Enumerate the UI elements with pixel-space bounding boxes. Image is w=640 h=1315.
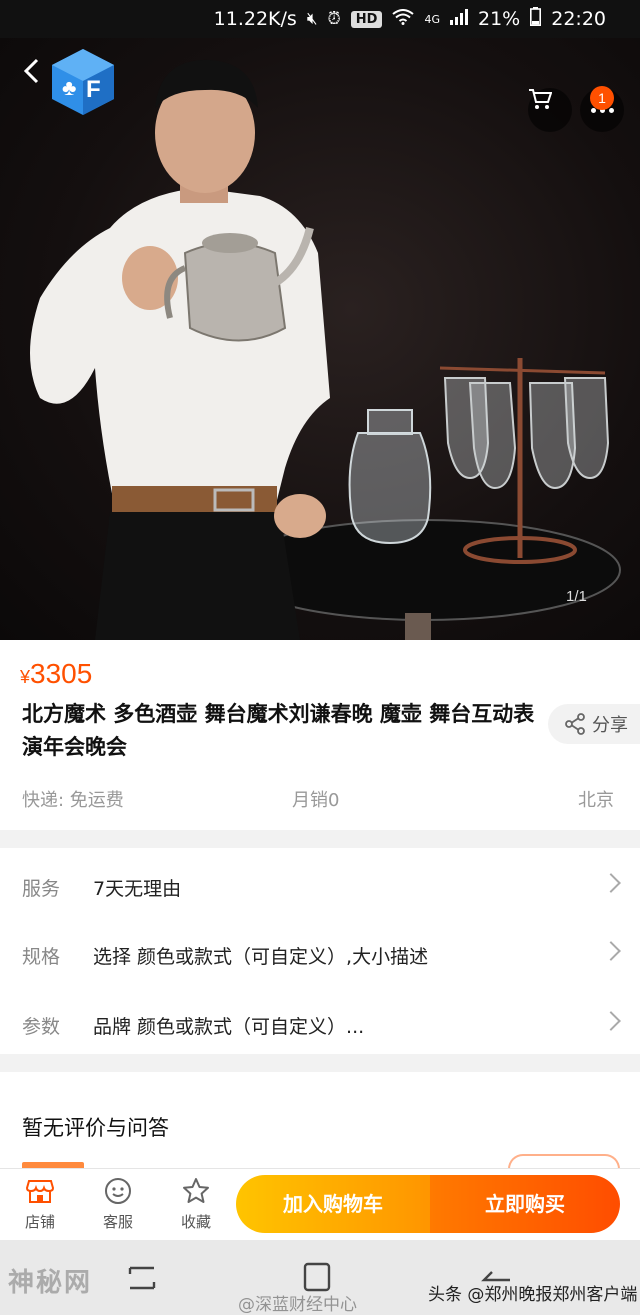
reviews-title: 暂无评价与问答 — [22, 1116, 169, 1140]
customer-service-button[interactable]: 客服 — [86, 1175, 150, 1235]
alarm-icon: ⏰︎ — [327, 9, 341, 29]
cart-icon — [529, 89, 552, 109]
price: ¥3305 — [20, 658, 92, 690]
favorite-label: 收藏 — [180, 1213, 211, 1231]
recent-apps-icon — [128, 1266, 156, 1290]
service-label: 服务 — [22, 878, 61, 900]
product-image[interactable]: ♣ F 1 1/1 — [0, 38, 640, 640]
monthly-sales: 月销0 — [292, 790, 340, 811]
signal-icon — [450, 8, 468, 30]
network-speed: 11.22K/s — [213, 8, 297, 30]
battery-percent: 21% — [478, 8, 521, 30]
service-row[interactable]: 服务 7天无理由 — [0, 856, 640, 916]
customer-service-label: 客服 — [102, 1213, 133, 1231]
more-dot-icon — [608, 107, 614, 113]
cart-count-badge: 1 — [590, 86, 614, 110]
chevron-right-icon — [601, 873, 621, 893]
currency-symbol: ¥ — [20, 667, 31, 687]
params-value: 品牌 颜色或款式（可自定义）... — [93, 1016, 365, 1038]
service-value: 7天无理由 — [93, 878, 182, 900]
share-icon — [565, 713, 585, 735]
battery-icon — [530, 7, 542, 31]
shop-label: 店铺 — [24, 1213, 55, 1231]
spec-label: 规格 — [22, 946, 61, 968]
star-icon — [183, 1178, 209, 1203]
watermark-left: 神秘网 — [8, 1268, 93, 1298]
shop-button[interactable]: 店铺 — [8, 1175, 72, 1235]
chevron-right-icon — [601, 1011, 621, 1031]
product-title: 北方魔术 多色酒壶 舞台魔术刘谦春晚 魔壶 舞台互动表演年会晚会 — [22, 702, 535, 759]
ship-from-location: 北京 — [578, 790, 614, 811]
clock: 22:20 — [551, 8, 606, 30]
shop-icon — [26, 1180, 54, 1203]
share-label: 分享 — [592, 715, 628, 736]
spec-row[interactable]: 规格 选择 颜色或款式（可自定义）,大小描述 — [0, 924, 640, 984]
price-value: 3305 — [30, 658, 93, 689]
recent-apps-button[interactable] — [122, 1260, 162, 1296]
params-row[interactable]: 参数 品牌 颜色或款式（可自定义）... — [0, 994, 640, 1054]
image-counter: 1/1 — [566, 588, 587, 605]
chevron-right-icon — [601, 941, 621, 961]
shipping-info: 快递: 免运费 — [22, 790, 124, 811]
wifi-icon — [392, 8, 415, 30]
favorite-button[interactable]: 收藏 — [164, 1175, 228, 1235]
share-button[interactable]: 分享 — [548, 704, 640, 744]
product-info-card: ¥3305 北方魔术 多色酒壶 舞台魔术刘谦春晚 魔壶 舞台互动表演年会晚会 分… — [0, 640, 640, 830]
buy-now-button[interactable]: 立即购买 — [430, 1175, 620, 1233]
network-type: 4G — [424, 12, 440, 26]
status-bar: 11.22K/s 🔇︎ ⏰︎ HD 4G 21% 22:20 — [0, 0, 640, 38]
spec-value: 选择 颜色或款式（可自定义）,大小描述 — [93, 946, 429, 968]
services-card: 服务 7天无理由 规格 选择 颜色或款式（可自定义）,大小描述 参数 品牌 颜色… — [0, 848, 640, 1054]
hd-badge: HD — [350, 10, 383, 28]
bottom-action-bar: 店铺 客服 收藏 加入购物车 立即购买 — [0, 1168, 640, 1240]
cart-button[interactable] — [528, 88, 572, 132]
watermark-middle: @深蓝财经中心 — [238, 1295, 357, 1315]
mute-icon: 🔇︎ — [306, 9, 318, 29]
watermark-right: 头条 @郑州晚报郑州客户端 — [428, 1285, 638, 1305]
svg-text:♣: ♣ — [62, 75, 76, 100]
brand-logo: ♣ F — [50, 47, 116, 117]
chat-face-icon — [105, 1178, 131, 1204]
reviews-section: 暂无评价与问答 — [0, 1072, 640, 1184]
params-label: 参数 — [22, 1016, 61, 1038]
add-to-cart-button[interactable]: 加入购物车 — [236, 1175, 430, 1233]
more-dot-icon — [590, 107, 596, 113]
svg-text:F: F — [86, 76, 101, 103]
